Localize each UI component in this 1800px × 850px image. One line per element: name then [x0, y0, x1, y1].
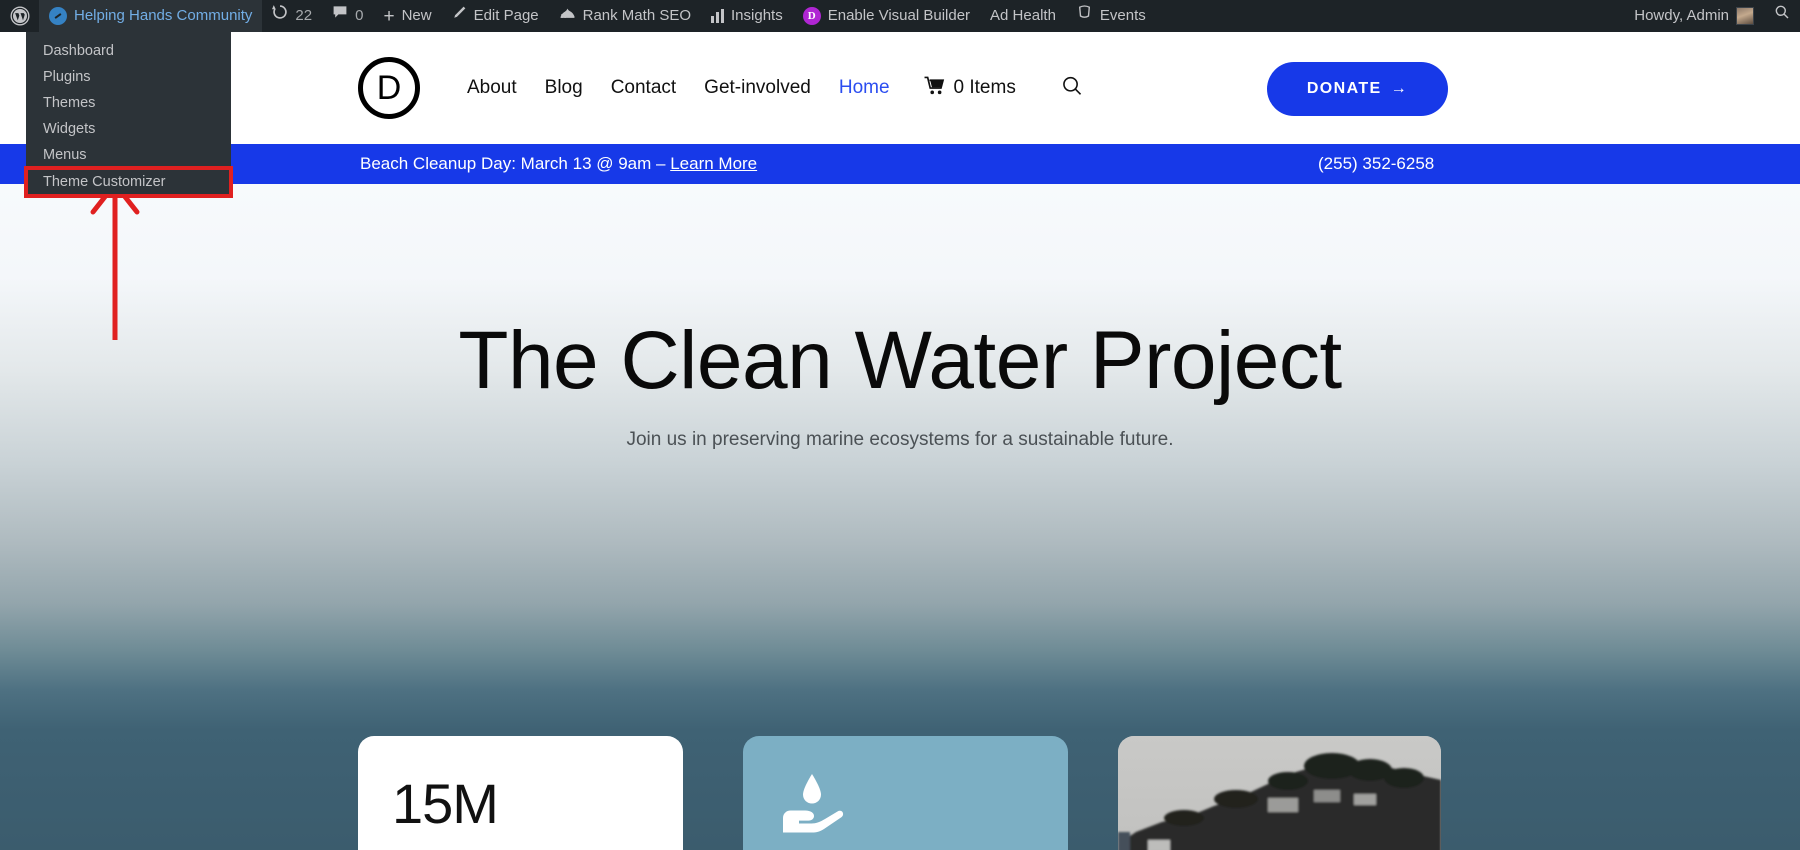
adminbar-edit-page[interactable]: Edit Page: [442, 0, 549, 32]
card-beach-photo: [1118, 736, 1441, 850]
divi-d-icon: D: [802, 7, 821, 25]
search-icon: [1774, 0, 1790, 32]
menu-item-label: Menus: [43, 147, 87, 163]
card-stat: 15M $ Raised for the Sea We have recycle…: [358, 736, 683, 850]
insights-label: Insights: [731, 7, 783, 24]
hero-section: The Clean Water Project Join us in prese…: [0, 184, 1800, 850]
events-icon: [1076, 0, 1093, 32]
visual-builder-label: Enable Visual Builder: [827, 7, 971, 24]
events-label: Events: [1099, 7, 1146, 24]
main-navigation: About Blog Contact Get-involved Home 0 I…: [467, 74, 1086, 102]
adminbar-visual-builder[interactable]: D Enable Visual Builder: [793, 0, 980, 32]
announcement-text-group: Beach Cleanup Day: March 13 @ 9am – Lear…: [360, 154, 757, 174]
rank-math-label: Rank Math SEO: [582, 7, 692, 24]
announcement-phone[interactable]: (255) 352-6258: [1318, 154, 1434, 174]
cart-items-label: 0 Items: [953, 77, 1016, 98]
page-title: The Clean Water Project: [458, 315, 1342, 406]
comment-bubble-icon: [332, 0, 348, 32]
adminbar-ad-health[interactable]: Ad Health: [980, 0, 1066, 32]
bar-chart-icon: [711, 9, 725, 23]
menu-item-theme-customizer[interactable]: Theme Customizer: [24, 166, 233, 198]
wordpress-logo-icon: [10, 6, 30, 26]
rank-math-icon: [559, 0, 576, 32]
adminbar-comments[interactable]: 0: [322, 0, 373, 32]
donate-button[interactable]: DONATE →: [1266, 62, 1448, 116]
wordpress-logo-button[interactable]: [0, 0, 39, 32]
menu-item-plugins[interactable]: Plugins: [26, 64, 231, 90]
adminbar-search-button[interactable]: [1764, 0, 1800, 32]
water-drop-in-hand-icon: [779, 772, 845, 834]
nav-item-about[interactable]: About: [467, 77, 517, 99]
adminbar-events[interactable]: Events: [1066, 0, 1156, 32]
menu-item-widgets[interactable]: Widgets: [26, 116, 231, 142]
menu-item-dashboard[interactable]: Dashboard: [26, 38, 231, 64]
nav-item-home[interactable]: Home: [839, 77, 890, 99]
hero-subtitle: Join us in preserving marine ecosystems …: [626, 429, 1174, 450]
menu-item-themes[interactable]: Themes: [26, 90, 231, 116]
wordpress-admin-bar: Helping Hands Community 22 0 + New Edit …: [0, 0, 1800, 32]
avatar: [1736, 7, 1754, 25]
site-logo[interactable]: D: [358, 57, 420, 119]
announcement-learn-more-link[interactable]: Learn More: [670, 154, 757, 173]
annotation-arrow-icon: [85, 178, 145, 343]
stat-number: 15M: [392, 772, 499, 835]
plus-icon: +: [383, 5, 395, 27]
site-name-label: Helping Hands Community: [74, 7, 253, 24]
adminbar-rank-math[interactable]: Rank Math SEO: [549, 0, 701, 32]
shopping-cart-icon: [924, 76, 945, 101]
menu-item-label: Widgets: [43, 121, 96, 137]
announcement-bar: Beach Cleanup Day: March 13 @ 9am – Lear…: [0, 144, 1800, 184]
nav-item-contact[interactable]: Contact: [611, 77, 676, 99]
ad-health-label: Ad Health: [990, 7, 1056, 24]
adminbar-site-dropdown-menu: Dashboard Plugins Themes Widgets Menus T…: [24, 32, 233, 198]
menu-item-label: Dashboard: [43, 43, 114, 59]
announcement-text: Beach Cleanup Day: March 13 @ 9am –: [360, 154, 671, 173]
menu-item-menus[interactable]: Menus: [26, 142, 231, 168]
page-root: Helping Hands Community 22 0 + New Edit …: [0, 0, 1800, 850]
edit-page-label: Edit Page: [473, 7, 539, 24]
howdy-label: Howdy, Admin: [1634, 7, 1729, 24]
menu-item-label: Theme Customizer: [43, 174, 166, 190]
adminbar-insights[interactable]: Insights: [701, 0, 793, 32]
donate-button-label: DONATE: [1306, 80, 1382, 97]
menu-item-label: Plugins: [43, 69, 91, 85]
new-label: New: [401, 7, 432, 24]
adminbar-site-name[interactable]: Helping Hands Community: [39, 0, 263, 32]
dashboard-speedometer-icon: [49, 7, 67, 25]
cart-link[interactable]: 0 Items: [924, 76, 1016, 101]
site-header: D About Blog Contact Get-involved Home 0…: [0, 32, 1800, 144]
search-icon[interactable]: [1057, 71, 1093, 105]
beach-coastline-photo: [1118, 736, 1441, 850]
menu-item-label: Themes: [43, 95, 96, 111]
pencil-icon: [452, 0, 467, 32]
comments-count: 0: [355, 7, 364, 24]
adminbar-new-button[interactable]: + New: [373, 0, 441, 32]
card-research-and-innovation: Research and Innovation Showcasing ongoi…: [743, 736, 1068, 850]
updates-refresh-icon: [272, 0, 288, 32]
adminbar-my-account[interactable]: Howdy, Admin: [1624, 0, 1764, 32]
nav-item-blog[interactable]: Blog: [545, 77, 583, 99]
adminbar-updates[interactable]: 22: [262, 0, 322, 32]
nav-item-get-involved[interactable]: Get-involved: [704, 77, 811, 99]
updates-count: 22: [295, 7, 313, 24]
arrow-right-icon: →: [1390, 80, 1408, 97]
